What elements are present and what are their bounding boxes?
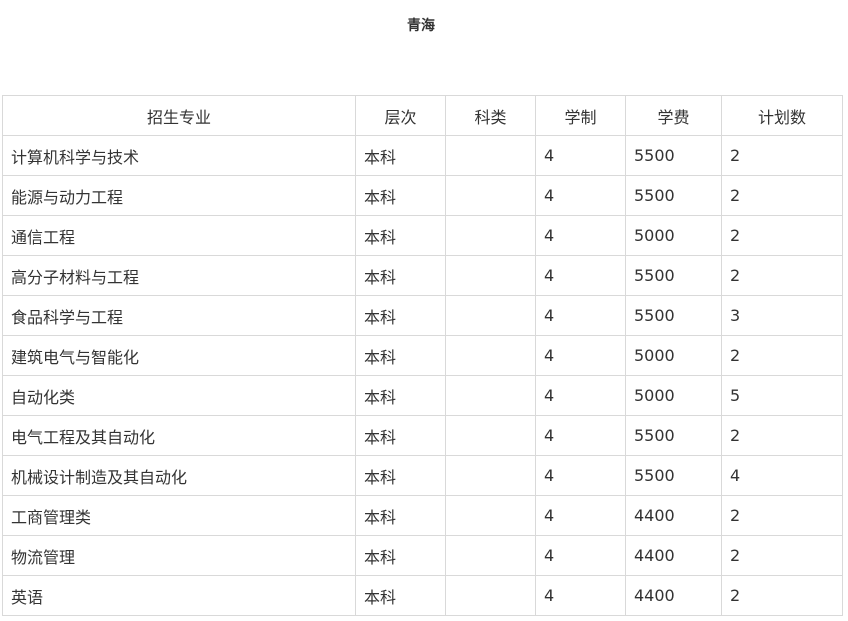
level-cell: 本科 bbox=[355, 495, 446, 536]
tuition-cell: 5500 bbox=[625, 175, 722, 216]
category-cell bbox=[445, 535, 536, 576]
level-cell: 本科 bbox=[355, 215, 446, 256]
duration-cell: 4 bbox=[535, 295, 626, 336]
major-cell: 通信工程 bbox=[2, 215, 356, 256]
level-cell: 本科 bbox=[355, 295, 446, 336]
quota-cell: 2 bbox=[721, 335, 843, 376]
column-header-quota: 计划数 bbox=[721, 95, 843, 136]
level-cell: 本科 bbox=[355, 535, 446, 576]
duration-cell: 4 bbox=[535, 135, 626, 176]
duration-cell: 4 bbox=[535, 455, 626, 496]
table-row: 自动化类 本科 4 5000 5 bbox=[2, 375, 843, 416]
duration-cell: 4 bbox=[535, 175, 626, 216]
table-row: 建筑电气与智能化 本科 4 5000 2 bbox=[2, 335, 843, 376]
tuition-cell: 4400 bbox=[625, 575, 722, 616]
column-header-category: 科类 bbox=[445, 95, 536, 136]
category-cell bbox=[445, 335, 536, 376]
duration-cell: 4 bbox=[535, 495, 626, 536]
category-cell bbox=[445, 495, 536, 536]
category-cell bbox=[445, 295, 536, 336]
column-header-major: 招生专业 bbox=[2, 95, 356, 136]
tuition-cell: 5000 bbox=[625, 335, 722, 376]
category-cell bbox=[445, 215, 536, 256]
level-cell: 本科 bbox=[355, 575, 446, 616]
major-cell: 工商管理类 bbox=[2, 495, 356, 536]
category-cell bbox=[445, 415, 536, 456]
duration-cell: 4 bbox=[535, 575, 626, 616]
duration-cell: 4 bbox=[535, 415, 626, 456]
major-cell: 食品科学与工程 bbox=[2, 295, 356, 336]
column-header-level: 层次 bbox=[355, 95, 446, 136]
tuition-cell: 5500 bbox=[625, 295, 722, 336]
major-cell: 能源与动力工程 bbox=[2, 175, 356, 216]
column-header-duration: 学制 bbox=[535, 95, 626, 136]
quota-cell: 2 bbox=[721, 255, 843, 296]
table-row: 电气工程及其自动化 本科 4 5500 2 bbox=[2, 415, 843, 456]
major-cell: 物流管理 bbox=[2, 535, 356, 576]
table-row: 机械设计制造及其自动化 本科 4 5500 4 bbox=[2, 455, 843, 496]
tuition-cell: 5500 bbox=[625, 415, 722, 456]
table-row: 高分子材料与工程 本科 4 5500 2 bbox=[2, 255, 843, 296]
level-cell: 本科 bbox=[355, 135, 446, 176]
category-cell bbox=[445, 175, 536, 216]
major-cell: 自动化类 bbox=[2, 375, 356, 416]
major-cell: 电气工程及其自动化 bbox=[2, 415, 356, 456]
major-cell: 英语 bbox=[2, 575, 356, 616]
level-cell: 本科 bbox=[355, 415, 446, 456]
quota-cell: 2 bbox=[721, 495, 843, 536]
level-cell: 本科 bbox=[355, 455, 446, 496]
quota-cell: 2 bbox=[721, 415, 843, 456]
level-cell: 本科 bbox=[355, 175, 446, 216]
quota-cell: 2 bbox=[721, 215, 843, 256]
table-row: 食品科学与工程 本科 4 5500 3 bbox=[2, 295, 843, 336]
duration-cell: 4 bbox=[535, 375, 626, 416]
quota-cell: 2 bbox=[721, 535, 843, 576]
major-cell: 建筑电气与智能化 bbox=[2, 335, 356, 376]
tuition-cell: 5500 bbox=[625, 255, 722, 296]
tuition-cell: 5500 bbox=[625, 135, 722, 176]
quota-cell: 4 bbox=[721, 455, 843, 496]
tuition-cell: 4400 bbox=[625, 535, 722, 576]
tuition-cell: 4400 bbox=[625, 495, 722, 536]
table-row: 工商管理类 本科 4 4400 2 bbox=[2, 495, 843, 536]
quota-cell: 2 bbox=[721, 135, 843, 176]
page-title: 青海 bbox=[407, 18, 435, 34]
quota-cell: 2 bbox=[721, 575, 843, 616]
category-cell bbox=[445, 255, 536, 296]
major-cell: 高分子材料与工程 bbox=[2, 255, 356, 296]
duration-cell: 4 bbox=[535, 255, 626, 296]
quota-cell: 3 bbox=[721, 295, 843, 336]
major-cell: 计算机科学与技术 bbox=[2, 135, 356, 176]
tuition-cell: 5500 bbox=[625, 455, 722, 496]
major-cell: 机械设计制造及其自动化 bbox=[2, 455, 356, 496]
quota-cell: 2 bbox=[721, 175, 843, 216]
column-header-tuition: 学费 bbox=[625, 95, 722, 136]
table-row: 英语 本科 4 4400 2 bbox=[2, 575, 843, 616]
enrollment-plan-table: 招生专业 层次 科类 学制 学费 计划数 计算机科学与技术 本科 4 5500 2 能源与… bbox=[2, 95, 843, 616]
category-cell bbox=[445, 135, 536, 176]
level-cell: 本科 bbox=[355, 335, 446, 376]
table-body: 计算机科学与技术 本科 4 5500 2 能源与动力工程 本科 4 5500 2 通信工程 本科 4 50… bbox=[2, 135, 843, 616]
table-header-row: 招生专业 层次 科类 学制 学费 计划数 bbox=[2, 95, 843, 136]
category-cell bbox=[445, 575, 536, 616]
table-row: 计算机科学与技术 本科 4 5500 2 bbox=[2, 135, 843, 176]
category-cell bbox=[445, 375, 536, 416]
tuition-cell: 5000 bbox=[625, 375, 722, 416]
level-cell: 本科 bbox=[355, 255, 446, 296]
duration-cell: 4 bbox=[535, 535, 626, 576]
duration-cell: 4 bbox=[535, 215, 626, 256]
level-cell: 本科 bbox=[355, 375, 446, 416]
table-row: 物流管理 本科 4 4400 2 bbox=[2, 535, 843, 576]
quota-cell: 5 bbox=[721, 375, 843, 416]
tuition-cell: 5000 bbox=[625, 215, 722, 256]
duration-cell: 4 bbox=[535, 335, 626, 376]
table-row: 能源与动力工程 本科 4 5500 2 bbox=[2, 175, 843, 216]
category-cell bbox=[445, 455, 536, 496]
table-row: 通信工程 本科 4 5000 2 bbox=[2, 215, 843, 256]
